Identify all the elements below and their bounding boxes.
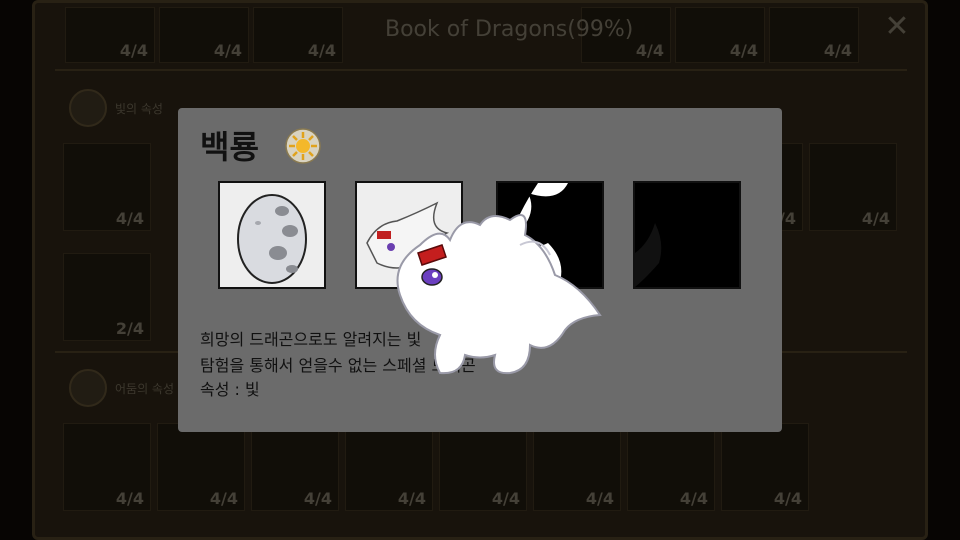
dragon-egg-icon <box>237 194 307 284</box>
game-screen: 4/4 4/4 4/4 4/4 4/4 4/4 Book of Dragons(… <box>0 0 960 540</box>
sun-icon <box>285 128 321 164</box>
element-line: 속성 : 빛 <box>200 380 260 399</box>
egg-stage-box[interactable] <box>218 181 326 289</box>
locked-stage-box[interactable] <box>633 181 741 289</box>
white-dragon-illustration <box>396 214 602 375</box>
dragon-name: 백룡 <box>200 128 259 166</box>
silhouette-dragon-icon <box>635 183 739 287</box>
